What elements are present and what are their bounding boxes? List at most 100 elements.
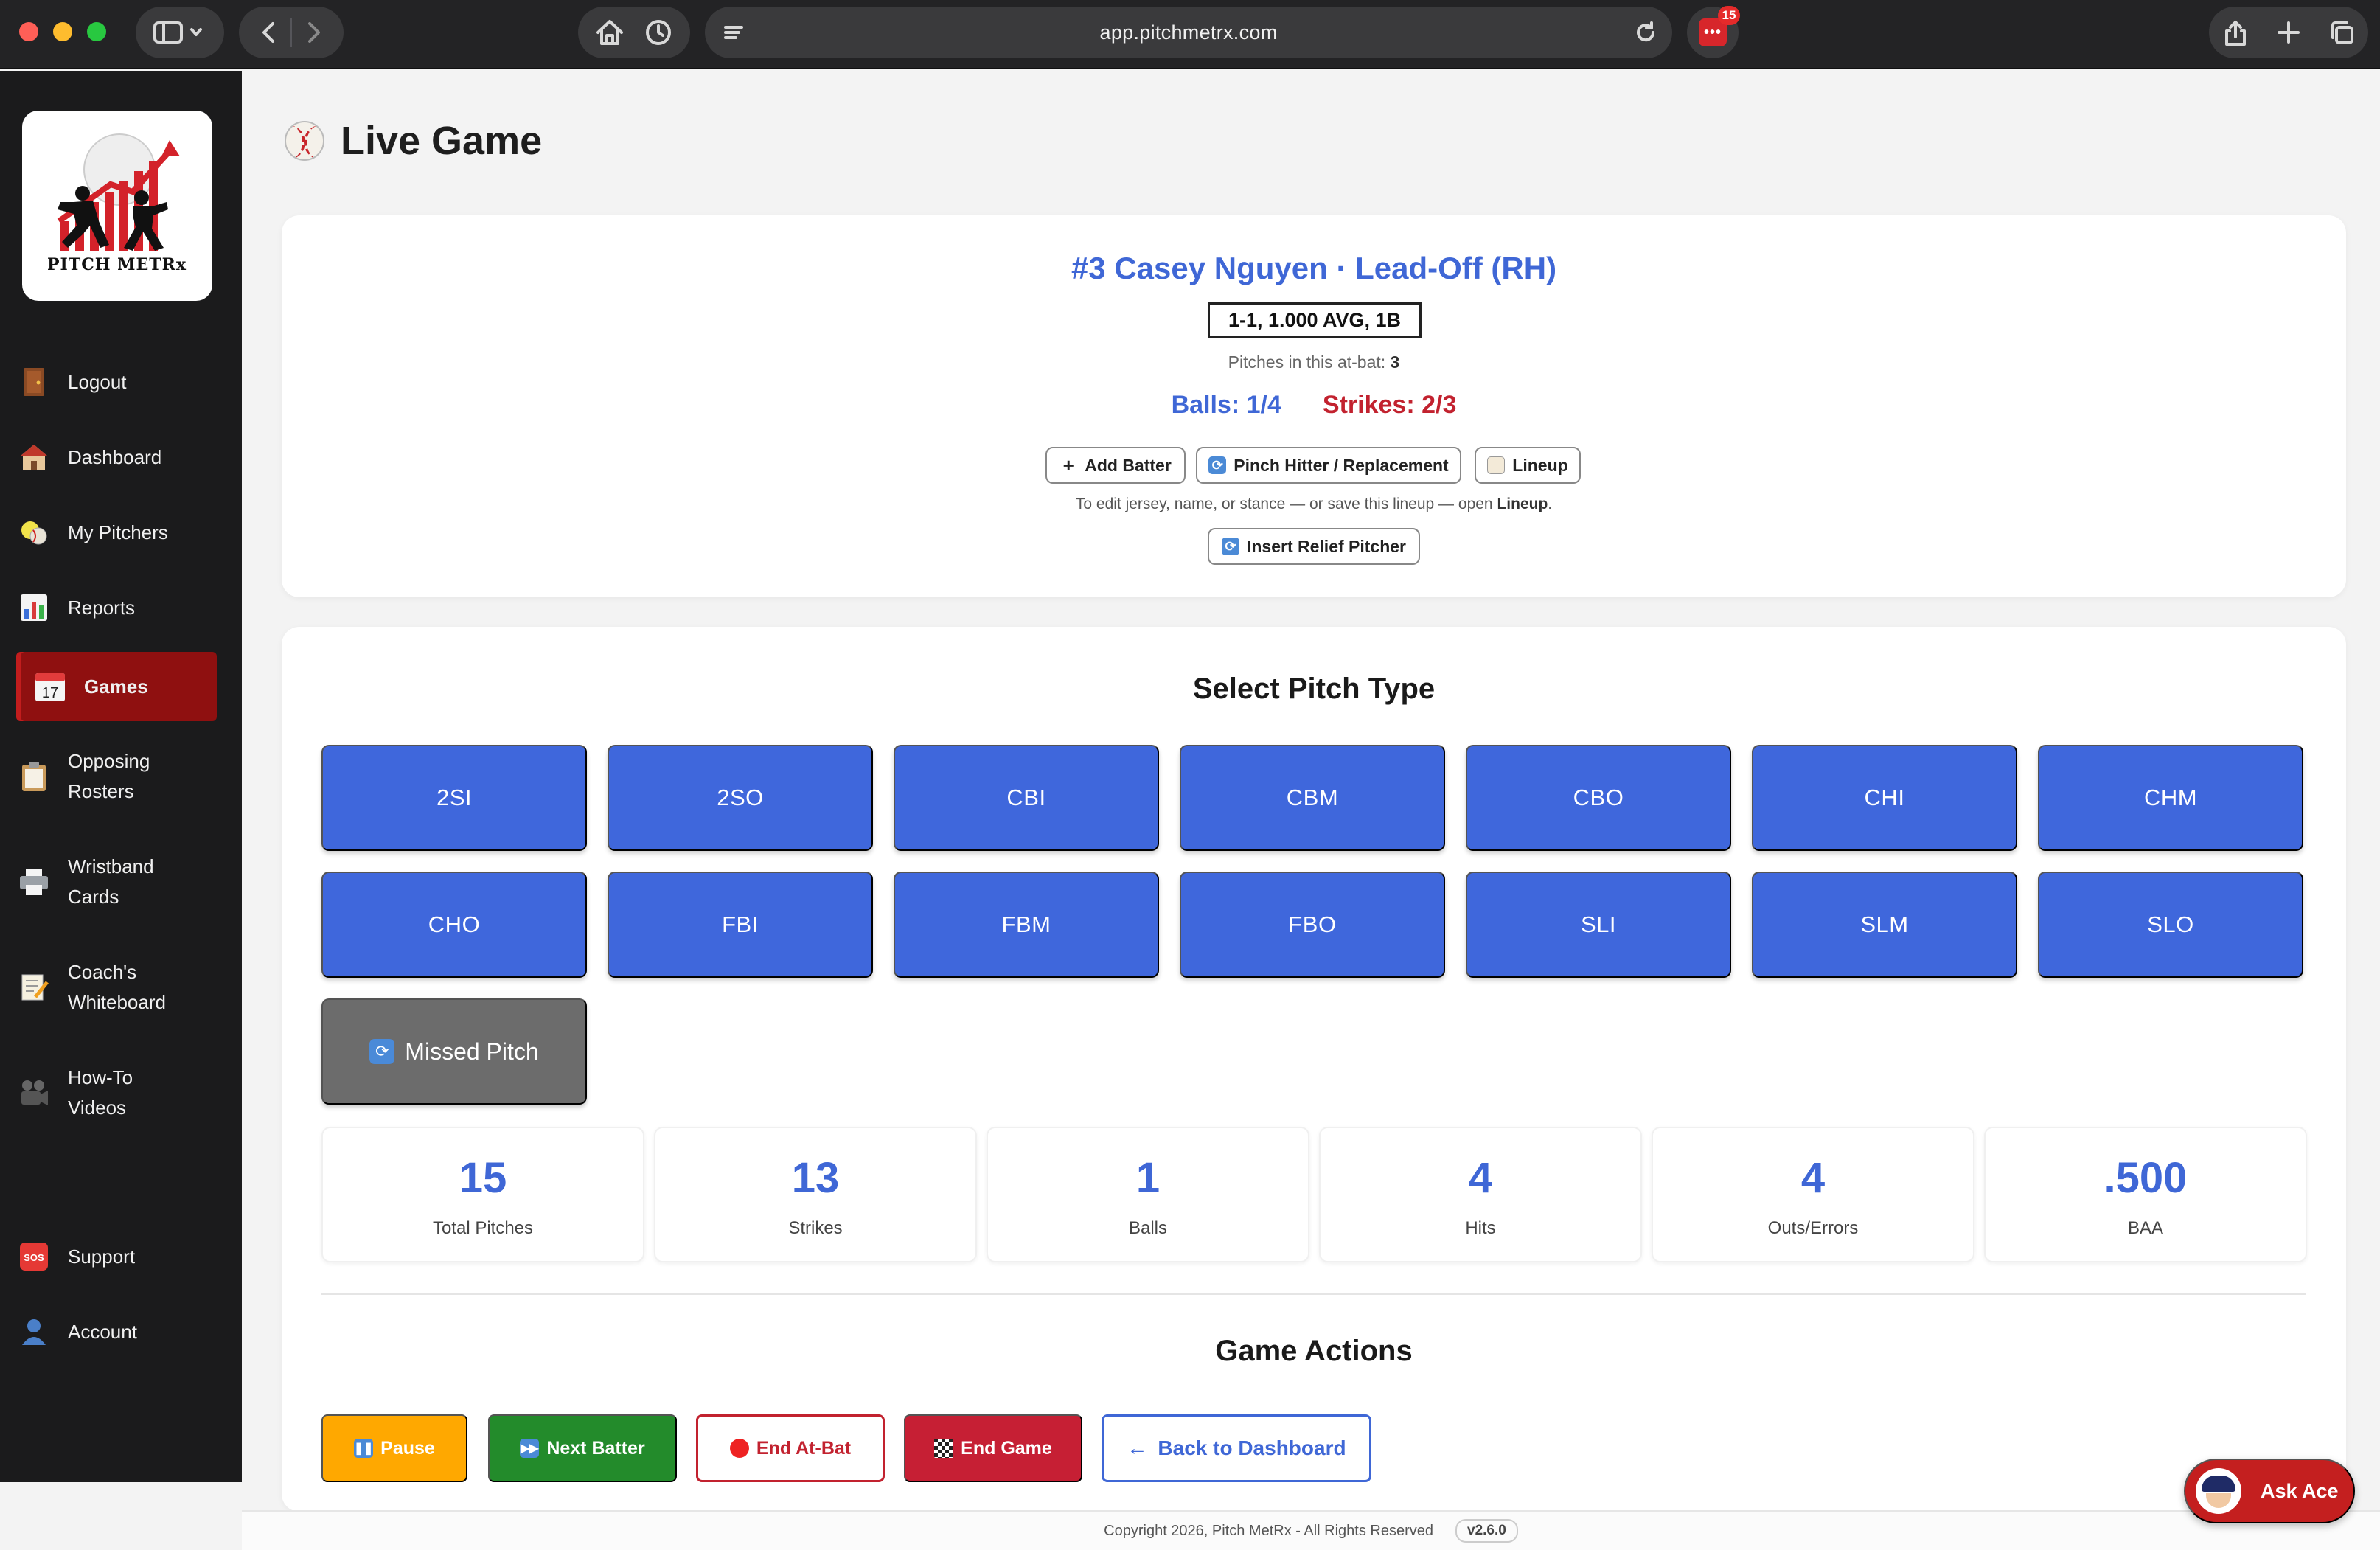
forward-arrow-icon[interactable] <box>302 18 324 47</box>
sidebar-item-opposing-rosters[interactable]: Opposing Rosters <box>16 746 193 807</box>
app-logo[interactable]: PITCH METRx <box>22 111 212 301</box>
stat-value: 15 <box>459 1154 507 1202</box>
pause-button[interactable]: ❚❚ Pause <box>321 1414 467 1482</box>
sidebar-item-label: Account <box>68 1320 137 1343</box>
sidebar-item-reports[interactable]: Reports <box>16 590 217 625</box>
sidebar-item-logout[interactable]: Logout <box>16 364 217 400</box>
pitch-type-button-chi[interactable]: CHI <box>1752 745 2017 851</box>
missed-pitch-button[interactable]: ⟳ Missed Pitch <box>321 998 587 1105</box>
batter-name[interactable]: #3 Casey Nguyen · Lead-Off (RH) <box>282 251 2346 286</box>
sidebar-item-how-to-videos[interactable]: How-To Videos <box>16 1063 193 1123</box>
sidebar-icon <box>153 21 202 44</box>
stat-label: Total Pitches <box>432 1218 534 1238</box>
swap-icon: ⟳ <box>1221 538 1239 555</box>
sos-icon: SOS <box>16 1239 52 1274</box>
insert-relief-pitcher-button[interactable]: ⟳ Insert Relief Pitcher <box>1208 528 1420 565</box>
pitch-type-button-2so[interactable]: 2SO <box>608 745 873 851</box>
pitch-type-button-chm[interactable]: CHM <box>2038 745 2303 851</box>
baseball-icon <box>285 121 324 161</box>
zoom-window-button[interactable] <box>87 22 106 41</box>
sidebar-item-wristband-cards[interactable]: Wristband Cards <box>16 852 193 912</box>
svg-text:SOS: SOS <box>24 1252 44 1263</box>
batter-statline: 1-1, 1.000 AVG, 1B <box>1208 302 1422 338</box>
home-history-group <box>578 7 690 58</box>
red-circle-icon <box>729 1439 749 1458</box>
stat-value: 4 <box>1800 1154 1826 1202</box>
version-badge: v2.6.0 <box>1455 1519 1518 1543</box>
end-at-bat-button[interactable]: End At-Bat <box>696 1414 885 1482</box>
stat-card: 15 Total Pitches <box>321 1127 644 1262</box>
history-clock-icon[interactable] <box>642 16 675 49</box>
sidebar-item-games[interactable]: 17 Games <box>16 652 217 721</box>
sidebar-item-label: Games <box>84 675 148 698</box>
close-window-button[interactable] <box>19 22 38 41</box>
back-arrow-icon[interactable] <box>258 18 280 47</box>
sidebar-item-label: Logout <box>68 370 127 393</box>
sidebar-item-label: Support <box>68 1245 136 1268</box>
share-icon[interactable] <box>2221 16 2250 49</box>
lineup-link[interactable]: Lineup <box>1497 496 1548 512</box>
minimize-window-button[interactable] <box>53 22 72 41</box>
strikes-count: Strikes: 2/3 <box>1322 391 1457 419</box>
sidebar-item-my-pitchers[interactable]: My Pitchers <box>16 515 217 550</box>
pitch-type-button-cbo[interactable]: CBO <box>1466 745 1731 851</box>
window-actions <box>2209 7 2368 58</box>
page-footer: Copyright 2026, Pitch MetRx - All Rights… <box>242 1510 2380 1550</box>
pitch-type-button-fbi[interactable]: FBI <box>608 872 873 978</box>
pitch-type-button-cbm[interactable]: CBM <box>1180 745 1445 851</box>
app-sidebar: PITCH METRx Logout Dashboard My Pitchers… <box>0 71 242 1482</box>
svg-text:17: 17 <box>42 685 58 701</box>
pitch-entry-card: Select Pitch Type 2SI 2SO CBI CBM CBO CHI CHM C… <box>282 627 2346 1512</box>
add-batter-button[interactable]: + Add Batter <box>1045 447 1186 484</box>
bar-chart-icon <box>16 590 52 625</box>
clipboard-icon <box>16 759 52 794</box>
sidebar-item-dashboard[interactable]: Dashboard <box>16 439 217 475</box>
new-tab-icon[interactable] <box>2274 18 2303 47</box>
pitch-type-button-sli[interactable]: SLI <box>1466 872 1731 978</box>
stat-card: 4 Outs/Errors <box>1652 1127 1974 1262</box>
ace-avatar-icon <box>2196 1468 2241 1514</box>
pitch-type-button-slm[interactable]: SLM <box>1752 872 2017 978</box>
back-to-dashboard-button[interactable]: ← Back to Dashboard <box>1102 1414 1371 1482</box>
sidebar-item-account[interactable]: Account <box>16 1314 217 1349</box>
sidebar-item-label: How-To Videos <box>68 1066 133 1119</box>
balls-count: Balls: 1/4 <box>1171 391 1281 419</box>
pitches-in-at-bat: Pitches in this at-bat: 3 <box>1228 352 1400 372</box>
page-title: Live Game <box>285 118 542 164</box>
address-bar[interactable]: app.pitchmetrx.com <box>705 7 1672 58</box>
house-icon <box>16 439 52 475</box>
reload-icon[interactable] <box>1632 19 1659 46</box>
pitch-type-button-2si[interactable]: 2SI <box>321 745 587 851</box>
sidebar-item-label: Coach's Whiteboard <box>68 961 166 1013</box>
sidebar-item-coachs-whiteboard[interactable]: Coach's Whiteboard <box>16 957 193 1018</box>
stat-value: 13 <box>791 1154 840 1202</box>
page-menu-icon[interactable] <box>721 20 746 45</box>
pitch-type-button-cbi[interactable]: CBI <box>894 745 1159 851</box>
pitch-type-button-fbo[interactable]: FBO <box>1180 872 1445 978</box>
pinch-hitter-button[interactable]: ⟳ Pinch Hitter / Replacement <box>1196 447 1461 484</box>
sidebar-item-label: My Pitchers <box>68 521 168 543</box>
pitch-type-button-fbm[interactable]: FBM <box>894 872 1159 978</box>
ask-ace-button[interactable]: Ask Ace <box>2184 1459 2355 1523</box>
pitch-type-button-cho[interactable]: CHO <box>321 872 587 978</box>
swap-icon: ⟳ <box>1208 456 1227 474</box>
stat-card: 1 Balls <box>987 1127 1309 1262</box>
sidebar-item-label: Opposing Rosters <box>68 750 150 802</box>
current-batter-card: #3 Casey Nguyen · Lead-Off (RH) 1-1, 1.0… <box>282 215 2346 597</box>
end-game-button[interactable]: End Game <box>904 1414 1082 1482</box>
logo-wordmark: PITCH METRx <box>47 255 187 274</box>
pitch-type-button-slo[interactable]: SLO <box>2038 872 2303 978</box>
stat-label: Outs/Errors <box>1767 1218 1859 1238</box>
tab-overview-icon[interactable] <box>2327 18 2356 47</box>
sidebar-item-support[interactable]: SOS Support <box>16 1239 217 1274</box>
select-pitch-title: Select Pitch Type <box>1192 673 1436 705</box>
lineup-button[interactable]: Lineup <box>1475 447 1581 484</box>
next-batter-button[interactable]: ▶▶ Next Batter <box>488 1414 677 1482</box>
door-icon <box>16 364 52 400</box>
stat-value: .500 <box>2104 1154 2188 1202</box>
sidebar-toggle-button[interactable] <box>136 7 224 58</box>
home-icon[interactable] <box>594 16 626 49</box>
baseball-icon <box>16 515 52 550</box>
section-divider <box>321 1293 2306 1295</box>
swap-icon: ⟳ <box>369 1039 395 1064</box>
